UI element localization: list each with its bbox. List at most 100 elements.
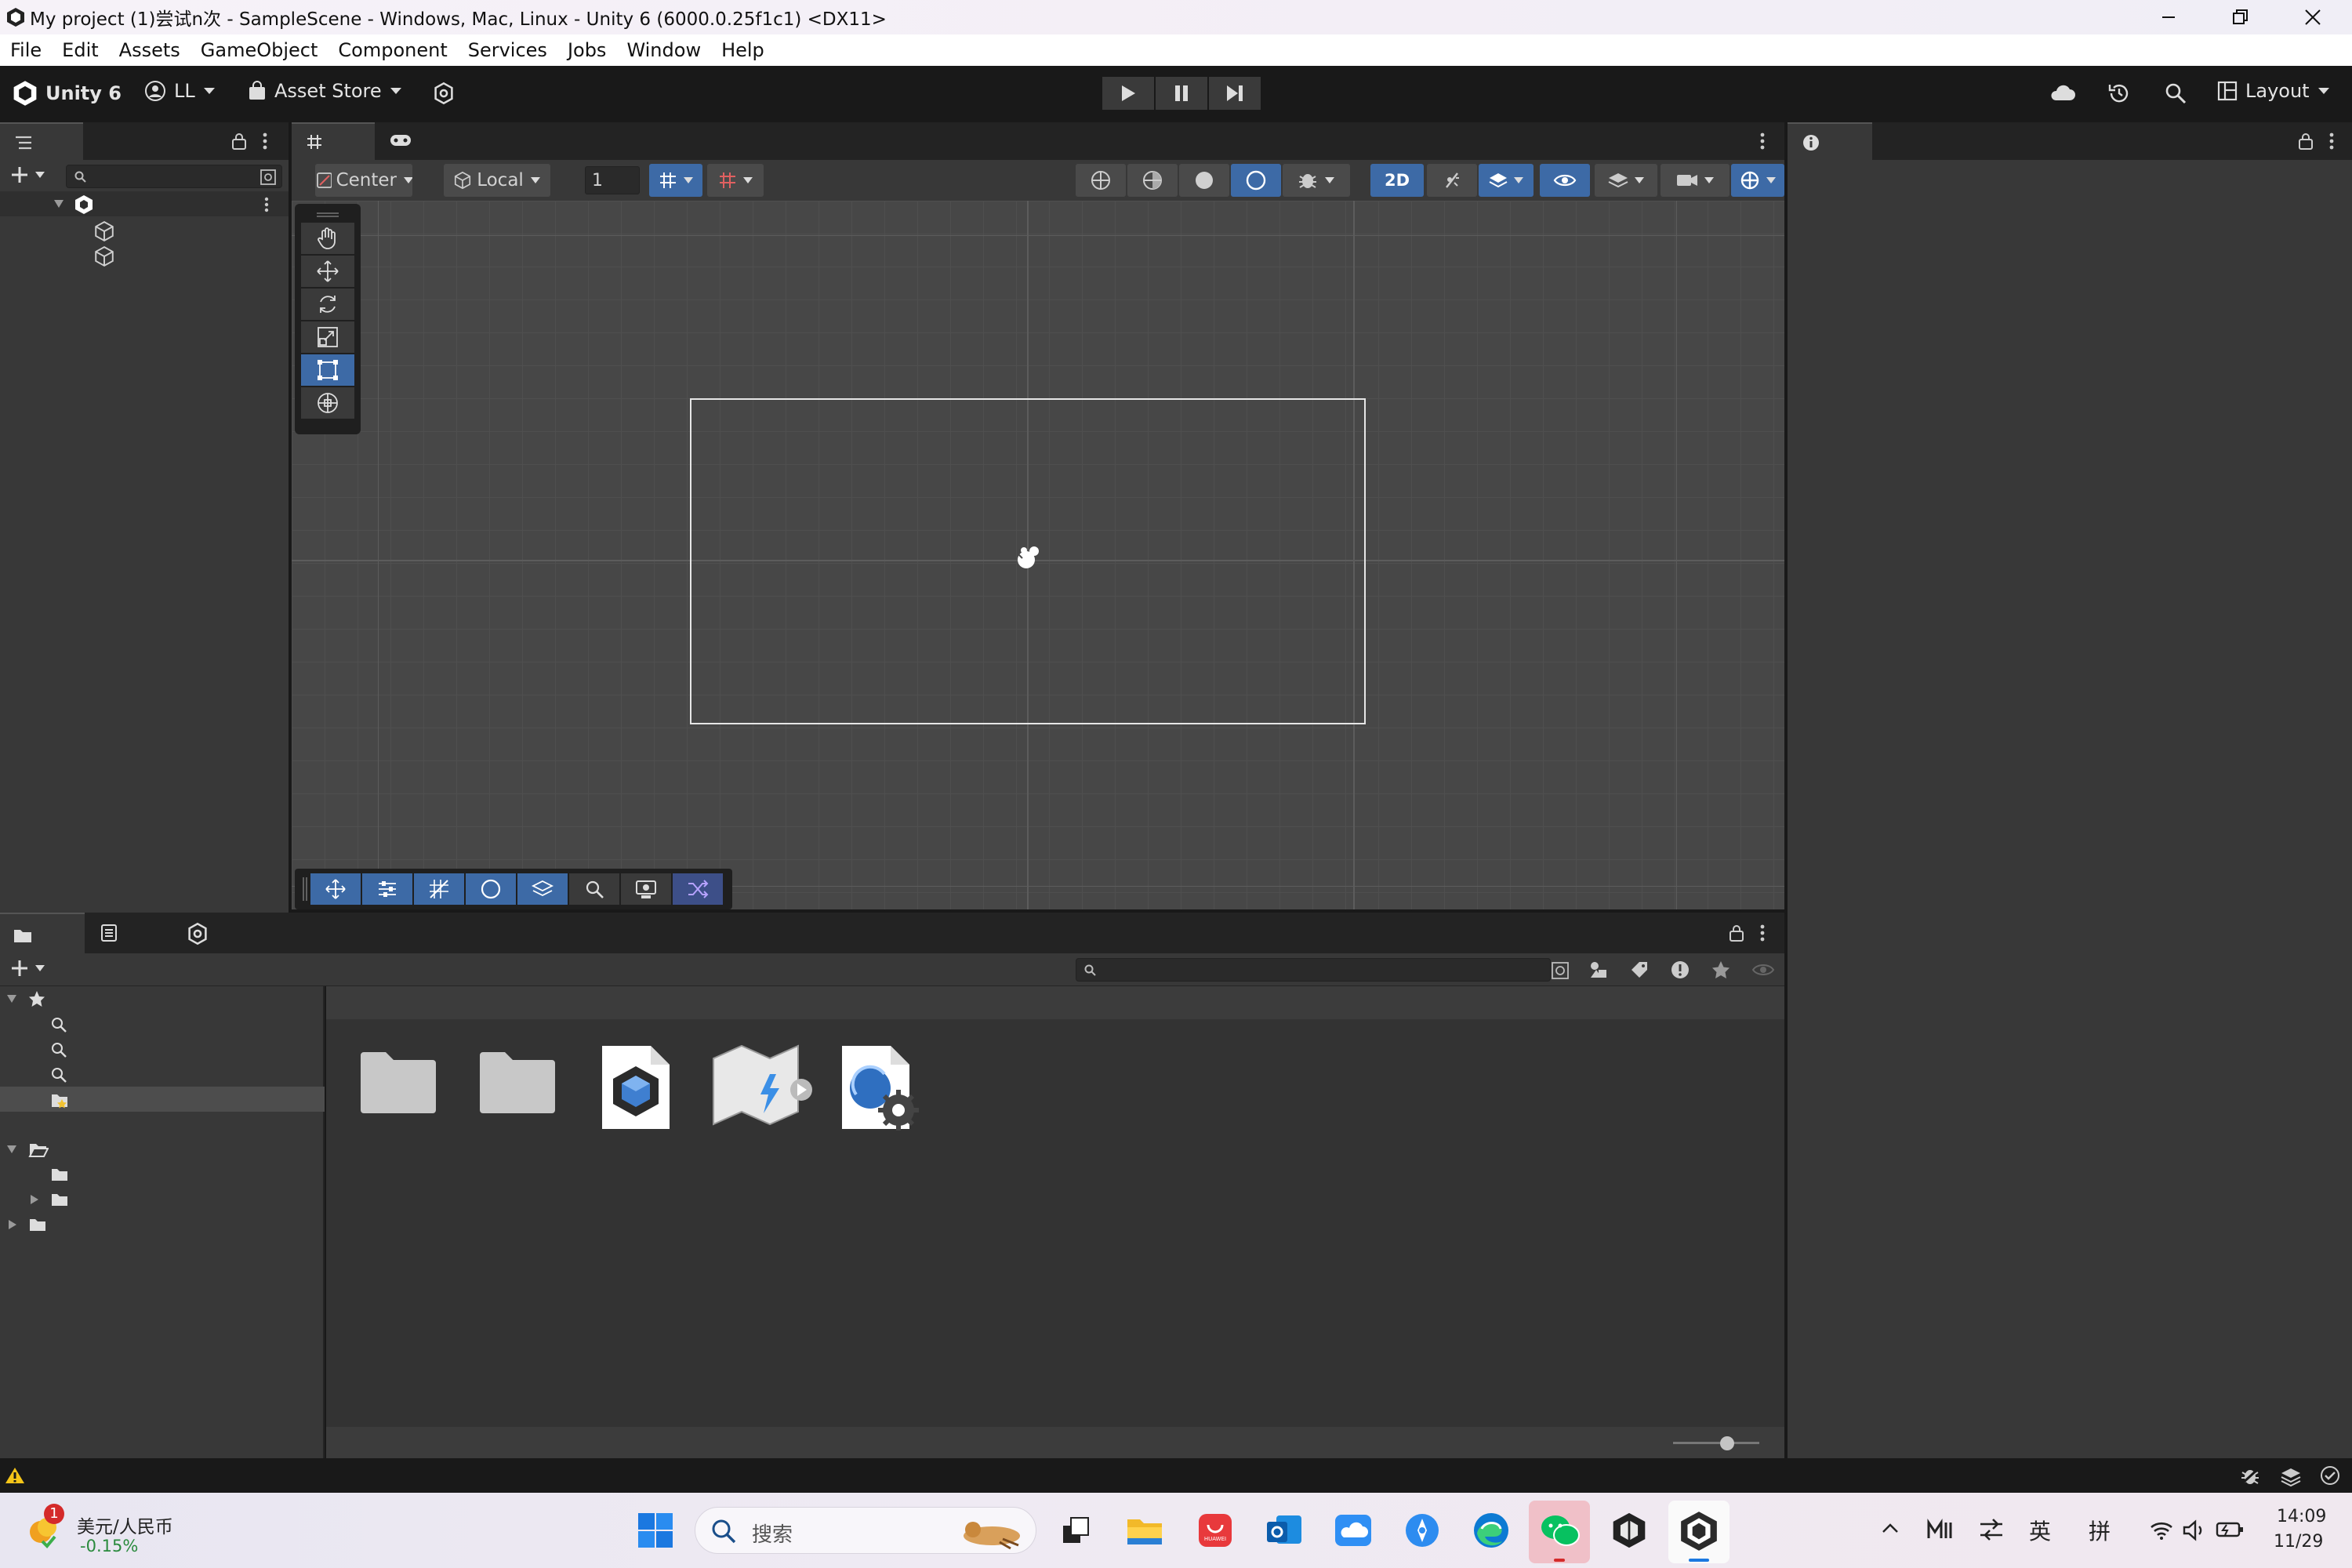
hand-tool[interactable] bbox=[301, 223, 354, 254]
hidden-packages-eye-icon[interactable] bbox=[1751, 961, 1775, 978]
search-icon[interactable] bbox=[2164, 82, 2187, 105]
debug-draw-dropdown[interactable] bbox=[1283, 164, 1350, 197]
project-tab[interactable] bbox=[0, 913, 85, 953]
overlay-camera-button[interactable] bbox=[621, 873, 671, 905]
expand-arrow-icon[interactable] bbox=[53, 199, 64, 209]
clock-date[interactable]: 11/29 bbox=[2274, 1532, 2323, 1552]
more-options-icon[interactable] bbox=[2328, 132, 2335, 151]
space-local-dropdown[interactable]: Local bbox=[444, 164, 550, 197]
favorite-search-item[interactable] bbox=[0, 1011, 325, 1036]
asset-store-dropdown[interactable]: Asset Store bbox=[248, 80, 402, 102]
camera-gizmo-icon[interactable] bbox=[1013, 543, 1044, 574]
ime-mode[interactable]: 拼 bbox=[2089, 1515, 2111, 1546]
layout-dropdown[interactable]: Layout bbox=[2217, 80, 2330, 102]
outlook-button[interactable] bbox=[1261, 1507, 1308, 1554]
packages-root-row[interactable] bbox=[0, 1212, 325, 1237]
menu-edit[interactable]: Edit bbox=[62, 39, 98, 61]
pivot-center-dropdown[interactable]: Center bbox=[315, 164, 412, 197]
media-app-icon[interactable] bbox=[1927, 1518, 1952, 1541]
create-dropdown[interactable] bbox=[9, 165, 45, 185]
favorites-row[interactable] bbox=[0, 986, 325, 1011]
hierarchy-item[interactable] bbox=[0, 243, 289, 268]
expand-arrow-icon[interactable] bbox=[6, 994, 17, 1004]
overlay-search-button[interactable] bbox=[569, 873, 619, 905]
camera-dropdown[interactable] bbox=[1661, 164, 1730, 197]
overlay-move-button[interactable] bbox=[310, 873, 361, 905]
scene-visibility-button[interactable] bbox=[1540, 164, 1590, 197]
toggle-2d-button[interactable]: 2D bbox=[1370, 164, 1424, 197]
history-icon[interactable] bbox=[2107, 82, 2131, 105]
package-tab[interactable] bbox=[187, 922, 209, 946]
palette-drag-handle[interactable] bbox=[301, 207, 354, 223]
asset-item-scene[interactable] bbox=[599, 1043, 673, 1132]
folder-tree-item[interactable] bbox=[0, 1162, 325, 1187]
zoom-slider-track[interactable] bbox=[1673, 1442, 1759, 1444]
taskbar-search-box[interactable]: 搜索 bbox=[695, 1507, 1036, 1554]
shaded-wireframe-button[interactable] bbox=[1127, 164, 1178, 197]
hierarchy-search-input[interactable] bbox=[66, 165, 282, 188]
asset-item-folder[interactable] bbox=[478, 1049, 557, 1115]
effects-dropdown[interactable] bbox=[1479, 164, 1534, 197]
rotate-tool[interactable] bbox=[301, 289, 354, 320]
chevron-up-icon[interactable] bbox=[1882, 1523, 1899, 1534]
lock-icon[interactable] bbox=[230, 132, 248, 151]
unity-editor-button[interactable] bbox=[1668, 1501, 1730, 1563]
favorite-search-item[interactable] bbox=[0, 1062, 325, 1087]
scene-viewport[interactable] bbox=[292, 201, 1784, 909]
favorite-selected-item[interactable] bbox=[0, 1087, 325, 1112]
overlay-layers-button[interactable] bbox=[517, 873, 568, 905]
lock-icon[interactable] bbox=[1728, 924, 1745, 942]
pause-button[interactable] bbox=[1156, 77, 1207, 110]
more-options-icon[interactable] bbox=[1759, 132, 1766, 151]
grid-size-input[interactable]: 1 bbox=[585, 166, 640, 194]
file-explorer-button[interactable] bbox=[1121, 1507, 1168, 1554]
asset-item-lighting[interactable] bbox=[710, 1043, 820, 1129]
search-filter-icon[interactable] bbox=[260, 169, 277, 186]
menu-services[interactable]: Services bbox=[468, 39, 547, 61]
restore-button[interactable] bbox=[2205, 0, 2277, 34]
more-options-icon[interactable] bbox=[1759, 924, 1766, 942]
menu-gameobject[interactable]: GameObject bbox=[201, 39, 318, 61]
hierarchy-item[interactable] bbox=[0, 218, 289, 243]
unity-hub-button[interactable] bbox=[1606, 1507, 1653, 1554]
app-gallery-button[interactable]: HUAWEI bbox=[1192, 1507, 1239, 1554]
scene-tab[interactable] bbox=[292, 122, 375, 160]
create-dropdown[interactable] bbox=[9, 958, 45, 978]
browser-app-button[interactable] bbox=[1399, 1507, 1446, 1554]
onedrive-button[interactable] bbox=[1330, 1507, 1377, 1554]
clock-time[interactable]: 14:09 bbox=[2277, 1507, 2326, 1526]
expand-arrow-right-icon[interactable] bbox=[30, 1194, 39, 1205]
console-tab[interactable] bbox=[100, 924, 118, 942]
wechat-button[interactable] bbox=[1529, 1501, 1590, 1563]
step-button[interactable] bbox=[1209, 77, 1261, 110]
cloud-icon[interactable] bbox=[2049, 83, 2076, 103]
asset-item-folder[interactable] bbox=[359, 1049, 437, 1115]
scene-row[interactable] bbox=[0, 191, 289, 216]
filter-log-icon[interactable] bbox=[1670, 960, 1690, 980]
gizmos-dropdown[interactable] bbox=[1731, 164, 1784, 197]
close-window-button[interactable] bbox=[2277, 0, 2349, 34]
layers-dropdown[interactable] bbox=[1595, 164, 1657, 197]
minimize-button[interactable] bbox=[2132, 0, 2205, 34]
expand-arrow-right-icon[interactable] bbox=[8, 1219, 17, 1230]
search-filter-icon[interactable] bbox=[1551, 961, 1570, 980]
expand-arrow-icon[interactable] bbox=[6, 1145, 17, 1154]
game-tab[interactable] bbox=[389, 132, 412, 149]
menu-component[interactable]: Component bbox=[338, 39, 447, 61]
filter-by-type-icon[interactable] bbox=[1588, 960, 1609, 980]
increment-snapping-dropdown[interactable] bbox=[707, 164, 764, 197]
play-button[interactable] bbox=[1102, 77, 1154, 110]
inspector-tab[interactable] bbox=[1788, 122, 1872, 160]
asset-item-settings[interactable] bbox=[839, 1043, 925, 1132]
menu-jobs[interactable]: Jobs bbox=[568, 39, 607, 61]
account-dropdown[interactable]: LL bbox=[144, 80, 216, 102]
assets-root-row[interactable] bbox=[0, 1137, 325, 1162]
ime-language[interactable]: 英 bbox=[2029, 1515, 2051, 1546]
volume-icon[interactable] bbox=[2183, 1519, 2206, 1541]
task-view-button[interactable] bbox=[1052, 1507, 1099, 1554]
shaded-button[interactable] bbox=[1179, 164, 1229, 197]
menu-assets[interactable]: Assets bbox=[119, 39, 180, 61]
scale-tool[interactable] bbox=[301, 321, 354, 353]
check-circle-icon[interactable] bbox=[2319, 1465, 2341, 1486]
start-button[interactable] bbox=[632, 1507, 679, 1554]
